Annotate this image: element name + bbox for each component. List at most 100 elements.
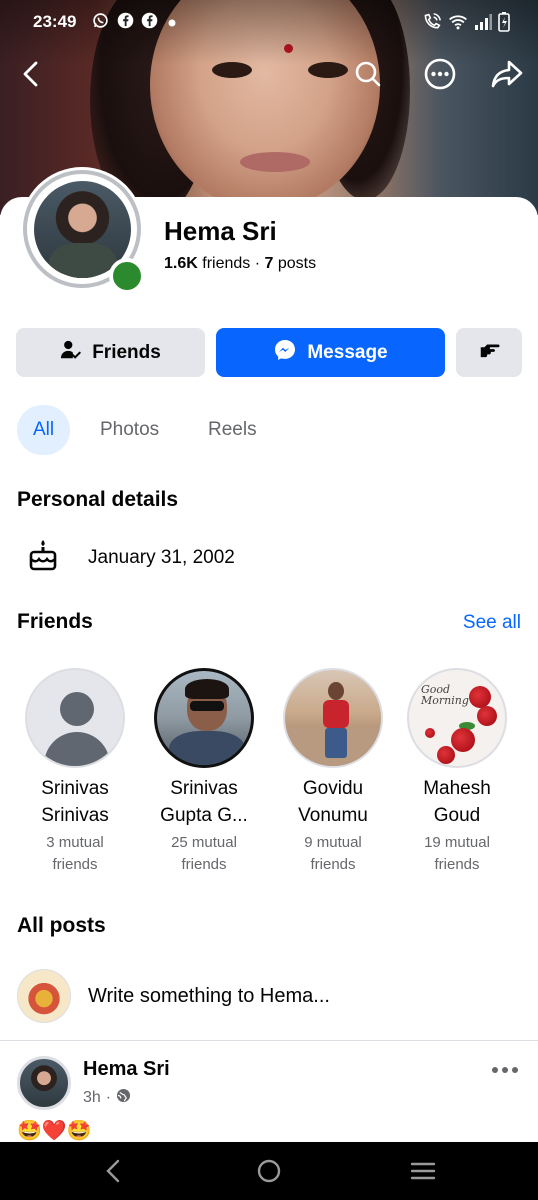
globe-icon: [116, 1088, 131, 1108]
post-more-options-icon[interactable]: [488, 1060, 522, 1080]
share-icon[interactable]: [485, 52, 529, 96]
friends-count-label[interactable]: friends: [202, 255, 250, 272]
friends-button-label: Friends: [92, 341, 161, 363]
recents-nav-icon[interactable]: [408, 1156, 438, 1186]
sunglasses: [190, 701, 224, 711]
rose: [477, 706, 497, 726]
status-right-icons: [422, 12, 510, 37]
friend-mutual-line2: friends: [181, 856, 227, 873]
heart: [425, 728, 435, 738]
post-composer[interactable]: Write something to Hema...: [17, 968, 521, 1024]
friend-mutual-line1: 19 mutual: [424, 834, 490, 851]
composer-avatar: [17, 969, 71, 1023]
more-circle-icon[interactable]: [418, 52, 462, 96]
post-author-name[interactable]: Hema Sri: [83, 1058, 170, 1081]
stats-separator: ·: [254, 255, 261, 272]
post-text: 🤩❤️🤩: [17, 1120, 92, 1142]
messenger-icon: [273, 338, 297, 368]
friend-name-line2: Vonumu: [298, 805, 368, 826]
friend-name-line2: Goud: [433, 805, 481, 826]
friend-card[interactable]: Govidu Vonumu 9 mutual friends: [268, 668, 398, 876]
friend-avatar-photo: Good Morning: [407, 668, 507, 768]
section-divider: [0, 1040, 538, 1041]
photo-legs: [325, 728, 347, 758]
friend-mutual-line2: friends: [310, 856, 356, 873]
tab-all[interactable]: All: [17, 405, 71, 455]
post-meta-separator: ·: [105, 1089, 112, 1106]
friend-avatar-default: [25, 668, 125, 768]
friend-mutual-line1: 9 mutual: [304, 834, 362, 851]
signal-icon: [474, 14, 492, 35]
tab-reels[interactable]: Reels: [192, 405, 273, 455]
online-status-indicator: [109, 258, 145, 294]
friend-mutual-line2: friends: [434, 856, 480, 873]
rose: [437, 746, 455, 764]
friend-mutual-line2: friends: [52, 856, 98, 873]
friend-mutual: 25 mutual friends: [139, 832, 269, 876]
friend-name-line1: Govidu: [302, 778, 364, 799]
avatar-body: [49, 243, 117, 278]
whatsapp-icon: [92, 12, 109, 33]
facebook-icon: [117, 12, 134, 33]
top-navigation: [0, 52, 538, 98]
post-meta: 3h ·: [83, 1088, 131, 1108]
status-time: 23:49: [33, 12, 77, 31]
profile-screen: 23:49 Hema Sri 1.6K friends · 7 posts Fr…: [0, 0, 538, 1200]
friend-name: Govidu Vonumu: [268, 775, 398, 829]
profile-name: Hema Sri: [164, 216, 277, 246]
battery-charging-icon: [498, 12, 510, 37]
photo-shirt: [323, 700, 349, 728]
friend-mutual-line1: 25 mutual: [171, 834, 237, 851]
post-time[interactable]: 3h: [83, 1089, 101, 1107]
photo-caption: Good Morning: [421, 684, 469, 706]
back-nav-icon[interactable]: [98, 1156, 128, 1186]
default-avatar-shoulders: [44, 732, 110, 766]
friend-avatar-photo: [154, 668, 254, 768]
friend-card[interactable]: Srinivas Srinivas 3 mutual friends: [10, 668, 140, 876]
friend-mutual-line1: 3 mutual: [46, 834, 104, 851]
posts-count: 7: [264, 255, 274, 272]
friend-mutual: 19 mutual friends: [392, 832, 522, 876]
android-navigation-bar: [0, 1142, 538, 1200]
post-author-avatar[interactable]: [17, 1056, 71, 1110]
all-posts-title: All posts: [17, 914, 106, 937]
composer-prompt[interactable]: Write something to Hema...: [88, 985, 330, 1008]
poke-button[interactable]: [456, 328, 522, 377]
friends-button[interactable]: Friends: [16, 328, 205, 377]
friend-mutual: 9 mutual friends: [268, 832, 398, 876]
friends-section-title: Friends: [17, 610, 93, 633]
friends-count[interactable]: 1.6K: [164, 255, 198, 272]
friend-name-line2: Gupta G...: [160, 805, 248, 826]
photo-head: [328, 682, 344, 700]
profile-stats: 1.6K friends · 7 posts: [164, 255, 316, 273]
photo-hair: [185, 679, 229, 699]
posts-count-label: posts: [277, 255, 317, 272]
friend-name-line1: Srinivas: [41, 778, 109, 799]
friend-name-line1: Mahesh: [423, 778, 491, 799]
rose: [451, 728, 475, 752]
friend-avatar-photo: [283, 668, 383, 768]
friend-check-icon: [60, 339, 82, 367]
photo-shirt: [169, 731, 245, 765]
message-button-label: Message: [307, 341, 388, 363]
call-wifi-icon: [422, 13, 442, 36]
friend-card[interactable]: Srinivas Gupta G... 25 mutual friends: [139, 668, 269, 876]
friend-mutual: 3 mutual friends: [10, 832, 140, 876]
dot-icon: [168, 14, 176, 31]
see-all-friends-link[interactable]: See all: [463, 612, 521, 634]
default-avatar-head: [60, 692, 94, 726]
friend-name-line1: Srinivas: [170, 778, 238, 799]
birthday-cake-icon: [27, 538, 59, 577]
message-button[interactable]: Message: [216, 328, 445, 377]
pointing-hand-icon: [478, 341, 500, 365]
friend-name-line2: Srinivas: [41, 805, 109, 826]
personal-details-title: Personal details: [17, 488, 179, 511]
birthday-text: January 31, 2002: [88, 546, 235, 568]
back-icon[interactable]: [10, 52, 54, 96]
friend-card[interactable]: Good Morning Mahesh Goud 19 mutual frien…: [392, 668, 522, 876]
rose: [469, 686, 491, 708]
home-nav-icon[interactable]: [254, 1156, 284, 1186]
tab-photos[interactable]: Photos: [84, 405, 175, 455]
facebook-icon: [141, 12, 158, 33]
search-icon[interactable]: [346, 52, 390, 96]
